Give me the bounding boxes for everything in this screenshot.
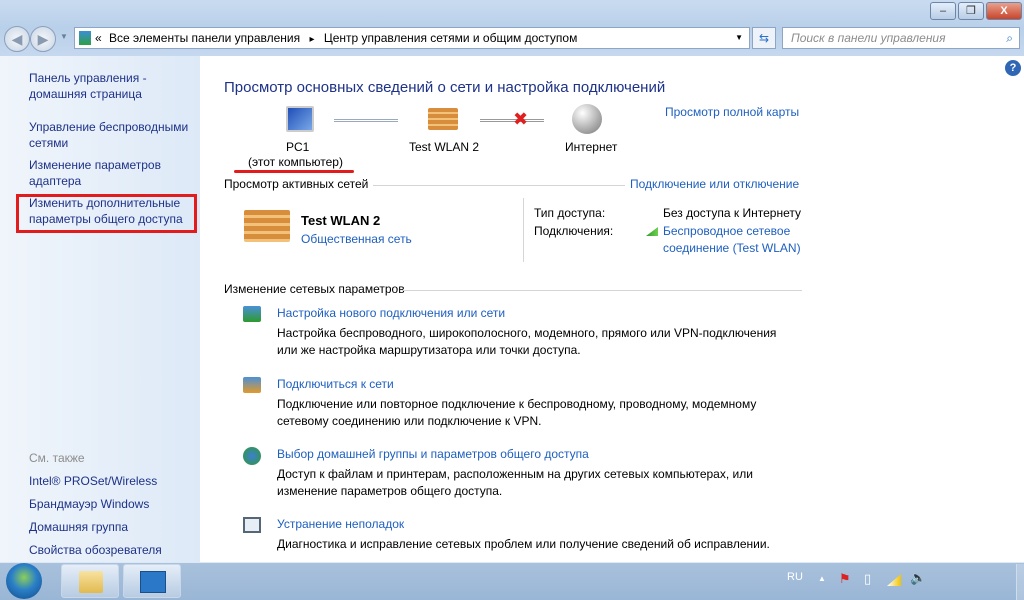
red-underline <box>234 170 354 173</box>
see-also-homegroup[interactable]: Домашняя группа <box>29 519 128 535</box>
help-icon[interactable]: ? <box>1005 60 1021 76</box>
page-title: Просмотр основных сведений о сети и наст… <box>224 79 666 96</box>
troubleshoot-icon <box>243 517 261 533</box>
search-input[interactable]: Поиск в панели управления ⌕ <box>782 27 1020 49</box>
see-also-label: См. также <box>29 451 85 465</box>
search-icon[interactable]: ⌕ <box>1006 28 1013 48</box>
breadcrumb-network-center: Центр управления сетями и общим доступом <box>323 31 578 45</box>
action-center-icon[interactable]: ⚑ <box>839 571 851 587</box>
divider <box>373 185 625 186</box>
task-troubleshoot-link[interactable]: Устранение неполадок <box>277 516 404 533</box>
show-desktop-button[interactable] <box>1016 564 1024 600</box>
network-type-link[interactable]: Общественная сеть <box>301 231 412 248</box>
sidebar-item-advanced-sharing[interactable]: Изменить дополнительные параметры общего… <box>29 195 194 227</box>
computer-icon[interactable] <box>286 106 314 132</box>
bench-network-icon[interactable] <box>428 108 458 130</box>
back-button[interactable]: ◀ <box>4 26 30 52</box>
sidebar-item-wireless[interactable]: Управление беспроводными сетями <box>29 119 199 151</box>
show-hidden-icons[interactable]: ▲ <box>818 574 826 583</box>
task-new-connection-link[interactable]: Настройка нового подключения или сети <box>277 305 505 322</box>
breadcrumb-separator[interactable]: ▸ <box>309 34 314 45</box>
language-indicator[interactable]: RU <box>787 571 803 583</box>
active-networks-header: Просмотр активных сетей <box>224 177 369 191</box>
broken-connection-line <box>480 119 544 122</box>
power-icon[interactable]: ▯ <box>864 571 871 587</box>
breadcrumb-all-items[interactable]: Все элементы панели управления <box>109 31 300 45</box>
start-button[interactable] <box>6 563 42 599</box>
disconnected-x-icon: ✖ <box>513 109 529 129</box>
wireless-connection-link[interactable]: Беспроводное сетевое соединение (Test WLA… <box>663 223 801 257</box>
bench-network-icon <box>244 210 290 242</box>
network-label: Test WLAN 2 <box>409 140 480 154</box>
recent-pages-dropdown[interactable]: ▼ <box>60 32 68 41</box>
taskbar-explorer-button[interactable] <box>61 564 119 598</box>
connect-network-icon <box>243 377 261 393</box>
task-description: Подключение или повторное подключение к … <box>277 397 757 428</box>
network-name: Test WLAN 2 <box>301 213 381 228</box>
control-panel-icon <box>140 571 166 593</box>
connections-label: Подключения: <box>534 224 614 238</box>
task-description: Доступ к файлам и принтерам, расположенн… <box>277 467 753 498</box>
close-button[interactable]: X <box>986 2 1022 20</box>
view-full-map-link[interactable]: Просмотр полной карты <box>665 104 799 121</box>
internet-globe-icon[interactable] <box>572 104 602 134</box>
internet-label: Интернет <box>565 140 618 154</box>
homegroup-icon <box>243 447 261 465</box>
see-also-browser-props[interactable]: Свойства обозревателя <box>29 542 162 558</box>
volume-icon[interactable]: 🔈 <box>910 570 926 586</box>
connect-disconnect-link[interactable]: Подключение или отключение <box>630 176 799 193</box>
pc-sublabel: (этот компьютер) <box>248 155 343 169</box>
see-also-firewall[interactable]: Брандмауэр Windows <box>29 496 149 512</box>
breadcrumb-overflow[interactable]: « <box>95 28 102 48</box>
access-type-label: Тип доступа: <box>534 206 606 220</box>
task-description: Настройка беспроводного, широкополосного… <box>277 326 777 357</box>
task-description: Диагностика и исправление сетевых пробле… <box>277 537 770 551</box>
forward-button[interactable]: ▶ <box>30 26 56 52</box>
access-type-value: Без доступа к Интернету <box>663 206 802 220</box>
new-connection-icon <box>243 306 261 322</box>
folder-icon <box>79 571 103 593</box>
divider <box>402 290 802 291</box>
address-bar[interactable]: « Все элементы панели управления ▸ Центр… <box>74 27 750 49</box>
network-center-icon <box>79 31 91 45</box>
refresh-button[interactable]: ⇆ <box>752 27 776 49</box>
connection-line <box>334 119 398 122</box>
task-connect-link[interactable]: Подключиться к сети <box>277 376 394 393</box>
task-homegroup-link[interactable]: Выбор домашней группы и параметров общег… <box>277 446 589 463</box>
divider <box>523 198 524 262</box>
minimize-button[interactable]: – <box>930 2 956 20</box>
address-dropdown-icon[interactable]: ▼ <box>735 28 743 48</box>
change-settings-header: Изменение сетевых параметров <box>224 282 405 296</box>
sidebar-item-home[interactable]: Панель управления - домашняя страница <box>29 70 189 102</box>
taskbar-control-panel-button[interactable] <box>123 564 181 598</box>
see-also-proset[interactable]: Intel® PROSet/Wireless <box>29 473 157 489</box>
maximize-button[interactable]: ❐ <box>958 2 984 20</box>
sidebar-item-adapter[interactable]: Изменение параметров адаптера <box>29 157 169 189</box>
